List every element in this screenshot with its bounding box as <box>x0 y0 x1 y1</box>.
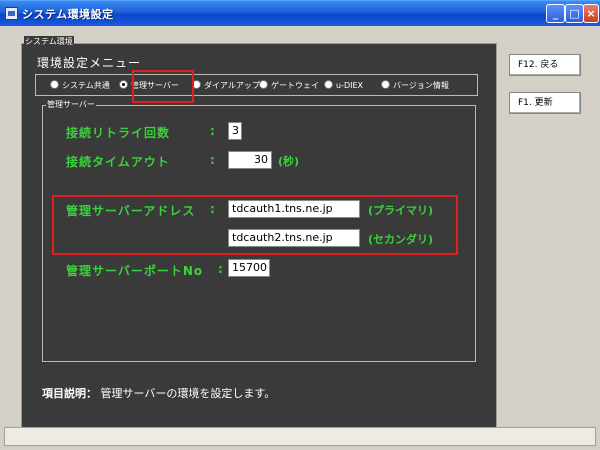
radio-dot-icon <box>381 80 390 89</box>
title-bar: システム環境設定 _ □ × <box>0 0 600 26</box>
update-button[interactable]: F1. 更新 <box>509 92 581 114</box>
address-colon: : <box>210 202 215 216</box>
highlight-box <box>132 70 194 103</box>
secondary-tag: (セカンダリ) <box>368 233 434 246</box>
radio-system-common[interactable]: システム共通 <box>50 79 110 93</box>
window-title: システム環境設定 <box>22 8 114 21</box>
window-client: システム環境 環境設定メニュー システム共通 管理サーバー ダイアルアップ ゲー… <box>4 26 596 446</box>
panel-legend: システム環境 <box>24 36 74 47</box>
radio-u-diex[interactable]: u-DIEX <box>324 79 363 93</box>
port-colon: : <box>218 262 223 276</box>
retry-colon: : <box>210 124 215 138</box>
timeout-colon: : <box>210 153 215 167</box>
settings-menu-radio-group: システム共通 管理サーバー ダイアルアップ ゲートウェイ u-DIEX バージョ… <box>35 74 478 96</box>
radio-version-info[interactable]: バージョン情報 <box>381 79 449 93</box>
radio-gateway[interactable]: ゲートウェイ <box>259 79 319 93</box>
system-environment-panel: システム環境 環境設定メニュー システム共通 管理サーバー ダイアルアップ ゲー… <box>21 36 497 434</box>
server-port-input[interactable]: 15700 <box>228 259 270 277</box>
close-button[interactable]: × <box>583 4 599 23</box>
maximize-button[interactable]: □ <box>565 4 584 23</box>
server-address-label: 管理サーバーアドレス <box>66 204 196 218</box>
inner-panel-legend: 管理サーバー <box>46 99 96 110</box>
radio-dot-icon <box>324 80 333 89</box>
radio-dot-selected-icon <box>119 80 128 89</box>
item-description: 項目説明： 管理サーバーの環境を設定します。 <box>42 385 275 401</box>
back-button[interactable]: F12. 戻る <box>509 54 581 76</box>
retry-label: 接続リトライ回数 <box>66 126 171 140</box>
radio-dot-icon <box>259 80 268 89</box>
primary-tag: (プライマリ) <box>368 204 434 217</box>
description-label: 項目説明： <box>42 387 97 400</box>
status-bar <box>4 427 596 446</box>
server-port-label: 管理サーバーポートNo <box>66 264 204 278</box>
timeout-label: 接続タイムアウト <box>66 155 170 169</box>
menu-title: 環境設定メニュー <box>37 56 142 70</box>
radio-dialup[interactable]: ダイアルアップ <box>192 79 260 93</box>
retry-count-input[interactable]: 3 <box>228 122 242 140</box>
primary-address-input[interactable]: tdcauth1.tns.ne.jp <box>228 200 360 218</box>
timeout-input[interactable]: 30 <box>228 151 272 169</box>
minimize-button[interactable]: _ <box>546 4 565 23</box>
app-icon <box>5 7 18 20</box>
secondary-address-input[interactable]: tdcauth2.tns.ne.jp <box>228 229 360 247</box>
timeout-unit: (秒) <box>278 155 300 168</box>
radio-dot-icon <box>50 80 59 89</box>
description-text: 管理サーバーの環境を設定します。 <box>100 387 276 400</box>
